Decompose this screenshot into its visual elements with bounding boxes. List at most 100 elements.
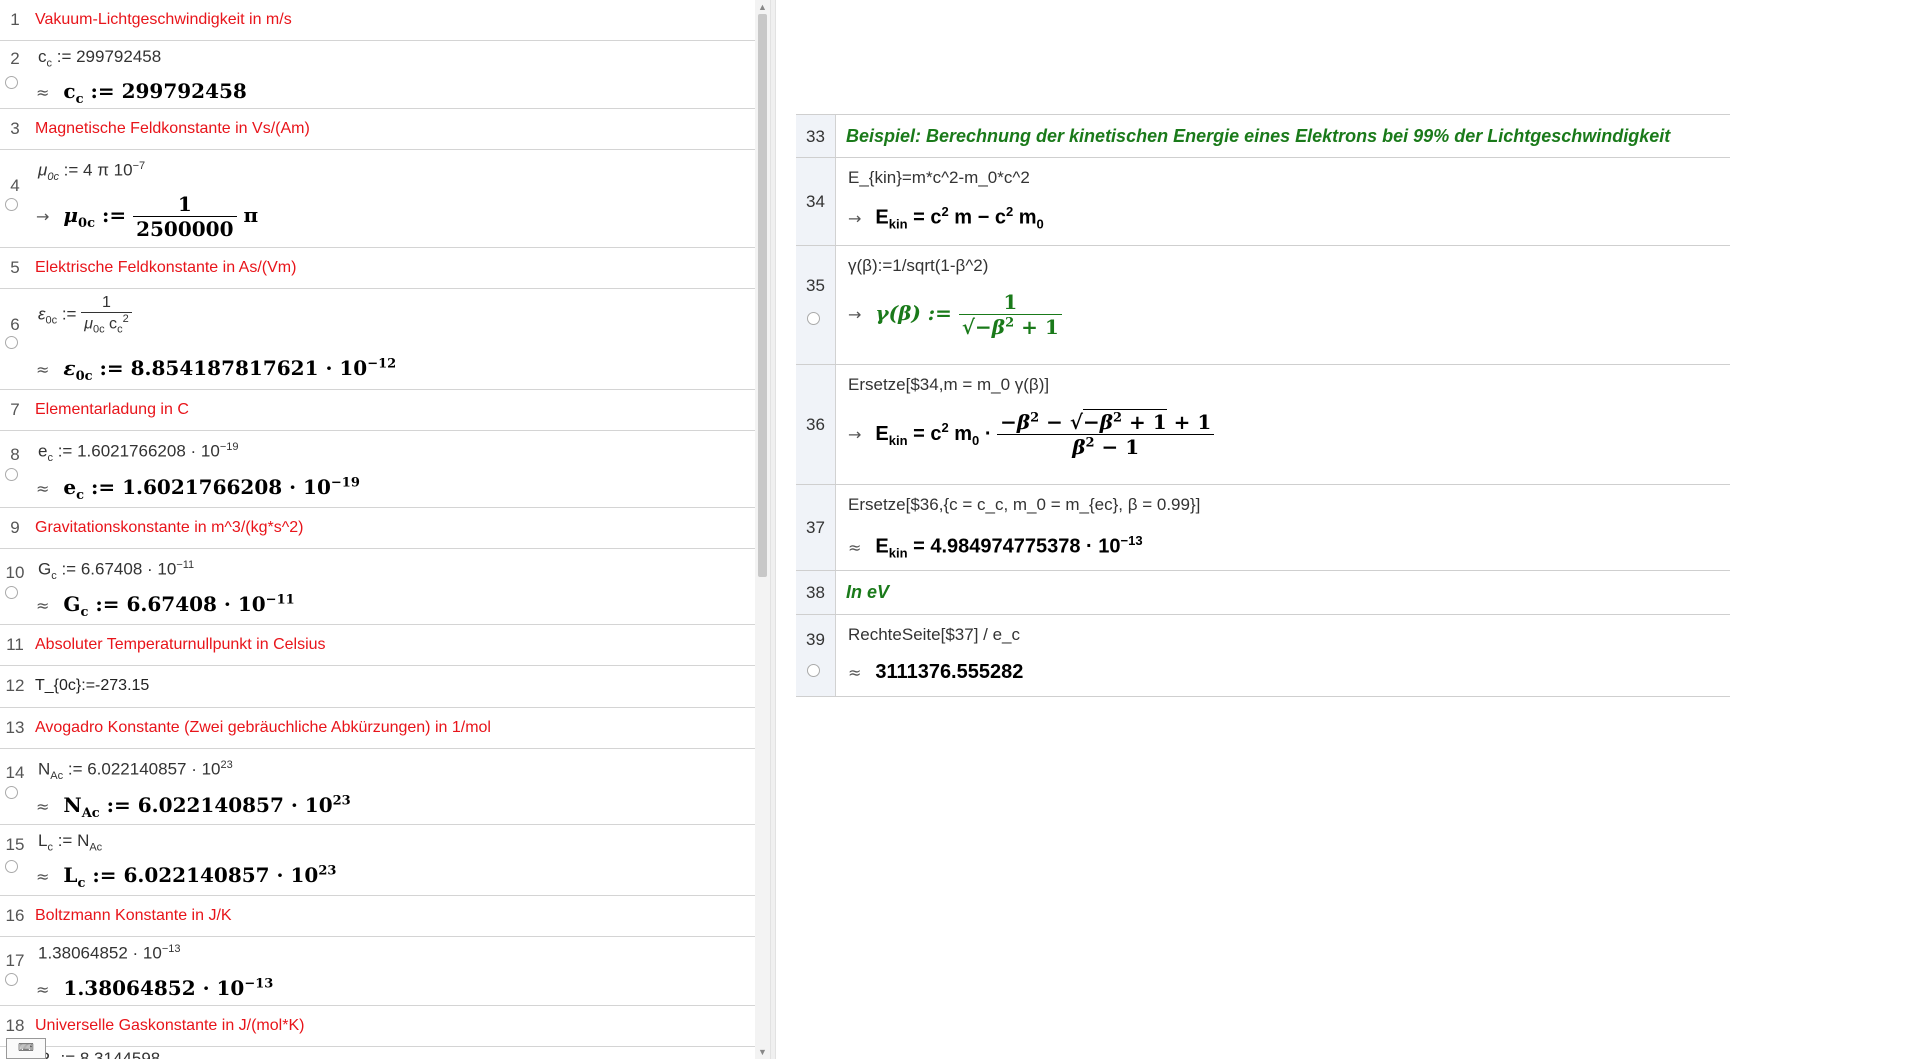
visibility-toggle[interactable] — [5, 786, 18, 799]
row-number: 35 — [796, 246, 836, 364]
vertical-scrollbar[interactable]: ▲ ▼ — [755, 0, 770, 1059]
input-expression[interactable]: Gc := 6.67408 · 10−11 — [38, 559, 194, 582]
cas-input[interactable]: Ersetze[$34,m = m_0 γ(β)] — [848, 375, 1049, 395]
cell-row[interactable]: 14 NAc := 6.022140857 · 1023 ≈ NAc := 6.0… — [0, 749, 755, 825]
row-number: 5 — [10, 258, 20, 277]
input-expression[interactable]: Lc := NAc — [38, 831, 102, 853]
algebra-view-left[interactable]: 1 Vakuum-Lichtgeschwindigkeit in m/s 2 c… — [0, 0, 755, 1059]
text-label[interactable]: Vakuum-Lichtgeschwindigkeit in m/s — [35, 11, 292, 29]
cas-row[interactable]: 33 Beispiel: Berechnung der kinetischen … — [796, 114, 1730, 158]
cas-output: ≈3111376.555282 — [848, 661, 1024, 683]
visibility-toggle[interactable] — [5, 973, 18, 986]
row-number: 18 — [5, 1016, 25, 1035]
cell-row[interactable]: 11 Absoluter Temperaturnullpunkt in Cels… — [0, 625, 755, 666]
cell-row[interactable]: 18 Universelle Gaskonstante in J/(mol*K) — [0, 1006, 755, 1047]
cell-row[interactable]: 10 Gc := 6.67408 · 10−11 ≈ Gc := 6.67408 … — [0, 549, 755, 625]
cell-row[interactable]: 4 μ0c := 4 π 10−7 → μ0c := 1 2500000 π — [0, 150, 755, 248]
visibility-toggle[interactable] — [807, 312, 820, 325]
cell-row[interactable]: 6 ε0c := 1 μ0c cc2 ≈ ε0c := 8.854187817621… — [0, 289, 755, 390]
cas-row[interactable]: 37 Ersetze[$36,{c = c_c, m_0 = m_{ec}, β… — [796, 485, 1730, 571]
cas-row[interactable]: 34 E_{kin}=m*c^2-m_0*c^2 → Ekin = c2 m − … — [796, 158, 1730, 246]
cell-row[interactable]: 13 Avogadro Konstante (Zwei gebräuchlich… — [0, 708, 755, 749]
fraction: −β2 − √−β2 + 1 + 1 β2 − 1 — [997, 409, 1215, 459]
row-number: 13 — [5, 718, 25, 737]
cell-row[interactable]: 1 Vakuum-Lichtgeschwindigkeit in m/s — [0, 0, 755, 41]
cas-output: → γ(β) := 1 √−β2 + 1 — [848, 290, 1062, 339]
row-number: 2 — [10, 49, 20, 68]
cell-row[interactable]: 12 T_{0c}:=-273.15 — [0, 666, 755, 708]
cell-row[interactable]: 17 1.38064852 · 10−13 ≈1.38064852 · 10−1… — [0, 937, 755, 1006]
output-expression: ≈ ec := 1.6021766208 · 10−19 — [36, 475, 360, 503]
text-label[interactable]: Universelle Gaskonstante in J/(mol*K) — [35, 1017, 304, 1035]
cell-row[interactable]: 3 Magnetische Feldkonstante in Vs/(Am) — [0, 109, 755, 150]
text-heading[interactable]: Beispiel: Berechnung der kinetischen Ene… — [846, 126, 1670, 147]
input-expression[interactable]: ε0c := 1 μ0c cc2 — [38, 294, 132, 336]
cas-input[interactable]: RechteSeite[$37] / e_c — [848, 625, 1020, 645]
fraction: 1 μ0c cc2 — [81, 294, 132, 336]
cell-row[interactable]: 7 Elementarladung in C — [0, 390, 755, 431]
visibility-toggle[interactable] — [5, 860, 18, 873]
input-expression[interactable]: μ0c := 4 π 10−7 — [38, 160, 145, 183]
keyboard-toggle-button[interactable]: ⌨ — [6, 1038, 46, 1059]
row-number: 11 — [6, 635, 24, 654]
output-expression: ≈ Gc := 6.67408 · 10−11 — [36, 592, 295, 620]
row-number: 8 — [10, 445, 20, 464]
cas-output: → Ekin = c2 m0 · −β2 − √−β2 + 1 + 1 β2 − 1 — [848, 409, 1215, 459]
input-expression[interactable]: ec := 1.6021766208 · 10−19 — [38, 441, 238, 464]
row-number: 33 — [796, 115, 836, 157]
row-number: 16 — [5, 906, 25, 925]
row-number: 39 — [796, 615, 836, 696]
row-number: 7 — [10, 400, 20, 419]
text-label[interactable]: Gravitationskonstante in m^3/(kg*s^2) — [35, 519, 303, 537]
row-number: 14 — [5, 763, 25, 782]
input-expression[interactable]: T_{0c}:=-273.15 — [35, 677, 149, 695]
input-expression[interactable]: cc := 299792458 — [38, 47, 161, 69]
text-label[interactable]: Boltzmann Konstante in J/K — [35, 907, 232, 925]
row-number: 38 — [796, 571, 836, 614]
row-number: 34 — [796, 158, 836, 245]
cell-row[interactable]: 5 Elektrische Feldkonstante in As/(Vm) — [0, 248, 755, 289]
cell-row[interactable]: 8 ec := 1.6021766208 · 10−19 ≈ ec := 1.60… — [0, 431, 755, 508]
visibility-toggle[interactable] — [5, 468, 18, 481]
row-number: 17 — [5, 951, 25, 970]
output-expression: ≈ NAc := 6.022140857 · 1023 — [36, 793, 351, 821]
text-label[interactable]: Absoluter Temperaturnullpunkt in Celsius — [35, 636, 326, 654]
scroll-down-arrow[interactable]: ▼ — [755, 1046, 770, 1058]
row-number: 37 — [796, 485, 836, 570]
row-number: 9 — [10, 518, 20, 537]
cell-row[interactable]: 9 Gravitationskonstante in m^3/(kg*s^2) — [0, 508, 755, 549]
cell-row[interactable]: 15 Lc := NAc ≈ Lc := 6.022140857 · 1023 — [0, 825, 755, 896]
fraction: 1 √−β2 + 1 — [958, 290, 1062, 339]
output-expression: ≈ ε0c := 8.854187817621 · 10−12 — [36, 356, 397, 384]
input-expression[interactable]: 1.38064852 · 10−13 — [38, 943, 181, 964]
row-number: 3 — [10, 119, 20, 138]
row-number: 6 — [10, 315, 20, 334]
scroll-thumb[interactable] — [758, 14, 767, 577]
cell-row[interactable]: 19 Rc := 8.3144598 — [0, 1047, 755, 1059]
visibility-toggle[interactable] — [5, 336, 18, 349]
scroll-up-arrow[interactable]: ▲ — [755, 1, 770, 13]
text-label[interactable]: Elementarladung in C — [35, 401, 189, 419]
cas-input[interactable]: E_{kin}=m*c^2-m_0*c^2 — [848, 168, 1030, 188]
output-expression: ≈ Lc := 6.022140857 · 1023 — [36, 863, 337, 891]
cas-input[interactable]: γ(β):=1/sqrt(1-β^2) — [848, 256, 988, 276]
cas-input[interactable]: Ersetze[$36,{c = c_c, m_0 = m_{ec}, β = … — [848, 495, 1200, 515]
visibility-toggle[interactable] — [807, 664, 820, 677]
text-heading[interactable]: In eV — [846, 582, 889, 603]
input-expression[interactable]: Rc := 8.3144598 — [38, 1049, 160, 1059]
cas-row[interactable]: 39 RechteSeite[$37] / e_c ≈3111376.55528… — [796, 615, 1730, 697]
visibility-toggle[interactable] — [5, 198, 18, 211]
visibility-toggle[interactable] — [5, 76, 18, 89]
input-expression[interactable]: NAc := 6.022140857 · 1023 — [38, 759, 233, 782]
text-label[interactable]: Avogadro Konstante (Zwei gebräuchliche A… — [35, 719, 491, 737]
output-expression: ≈ cc := 299792458 — [36, 79, 247, 107]
cas-row[interactable]: 36 Ersetze[$34,m = m_0 γ(β)] → Ekin = c2 … — [796, 365, 1730, 485]
text-label[interactable]: Magnetische Feldkonstante in Vs/(Am) — [35, 120, 310, 138]
cell-row[interactable]: 16 Boltzmann Konstante in J/K — [0, 896, 755, 937]
cas-row[interactable]: 38 In eV — [796, 571, 1730, 615]
cell-row[interactable]: 2 cc := 299792458 ≈ cc := 299792458 — [0, 41, 755, 109]
row-number: 36 — [796, 365, 836, 484]
text-label[interactable]: Elektrische Feldkonstante in As/(Vm) — [35, 259, 296, 277]
visibility-toggle[interactable] — [5, 586, 18, 599]
cas-row[interactable]: 35 γ(β):=1/sqrt(1-β^2) → γ(β) := 1 √−β2 + … — [796, 246, 1730, 365]
